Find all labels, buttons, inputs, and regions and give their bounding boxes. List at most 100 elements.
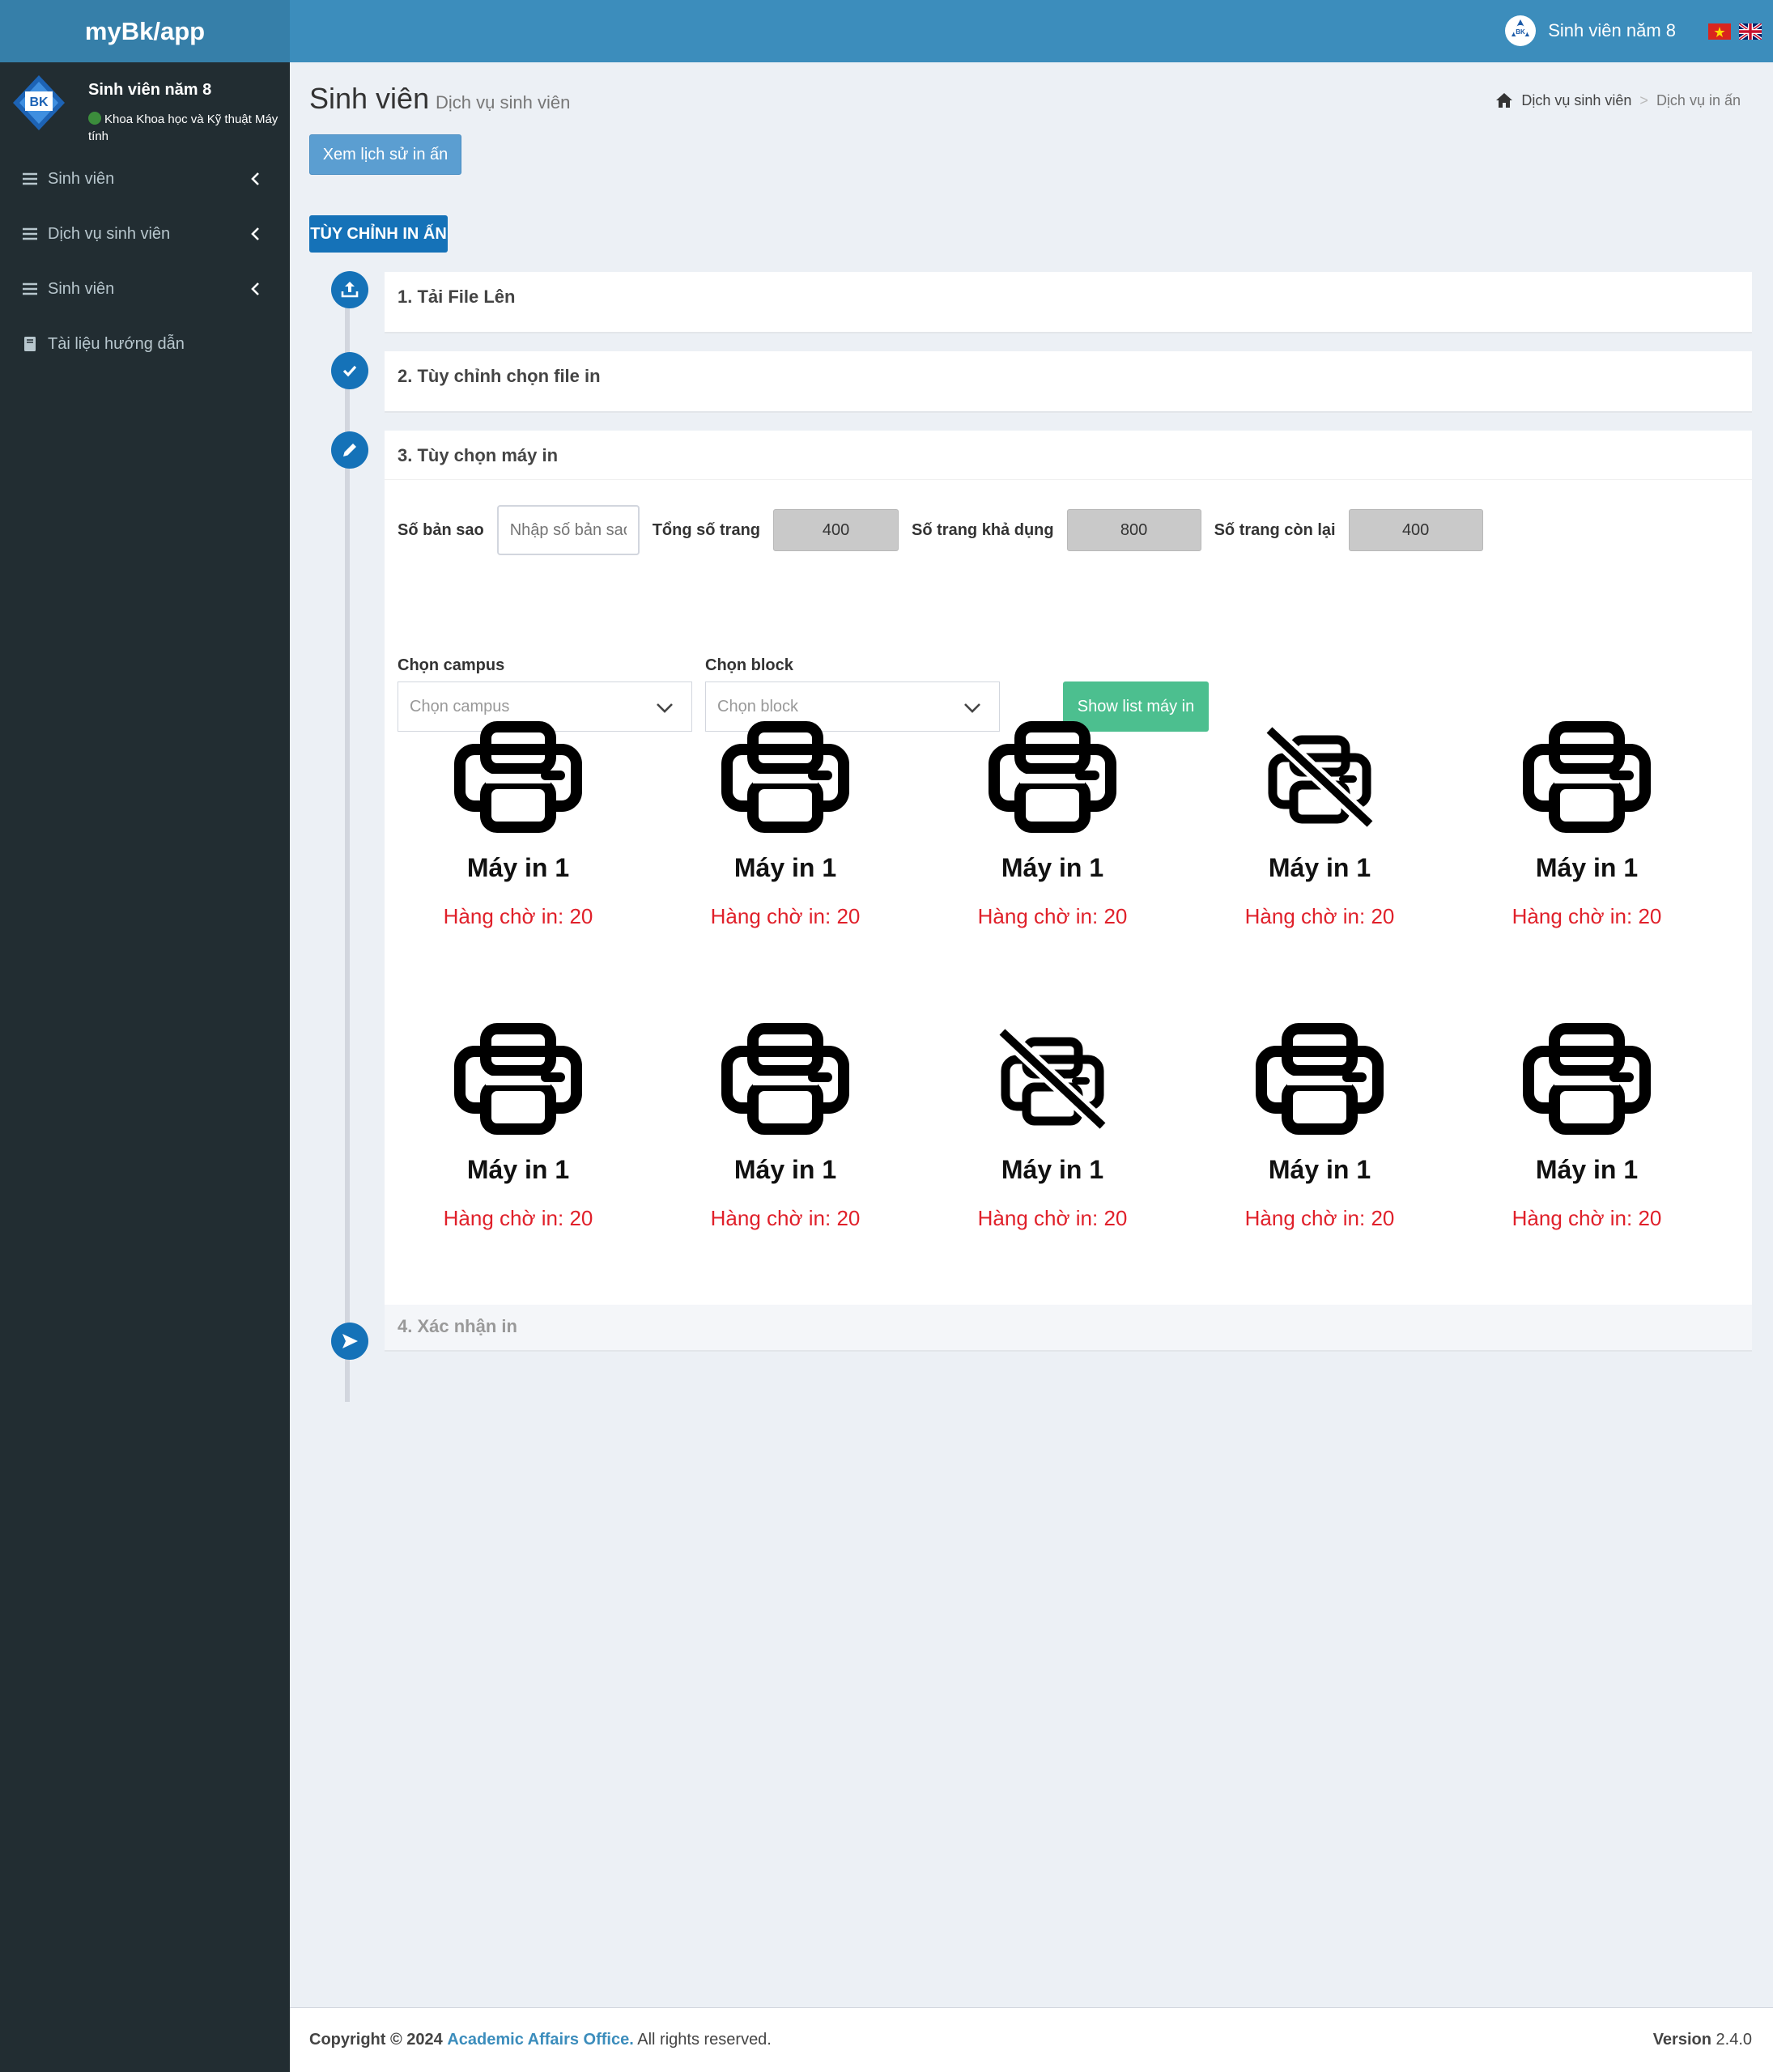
- version-label: Version: [1652, 2031, 1711, 2049]
- printer-icon: [454, 1023, 582, 1135]
- footer: Copyright © 2024 Academic Affairs Office…: [290, 2007, 1773, 2072]
- printer-name: Máy in 1: [1001, 853, 1104, 882]
- print-customize-tag: TÙY CHỈNH IN ẤN: [309, 215, 448, 253]
- sidebar-item-tai-lieu[interactable]: Tài liệu hướng dẫn: [0, 316, 290, 372]
- printer-queue: Hàng chờ in: 20: [1244, 904, 1395, 928]
- svg-text:BK: BK: [29, 96, 49, 109]
- printer-queue: Hàng chờ in: 20: [1244, 1206, 1395, 1230]
- printer-icon: [454, 721, 582, 833]
- step-1-panel[interactable]: 1. Tải File Lên: [385, 272, 1752, 333]
- printer-queue: Hàng chờ in: 20: [710, 904, 861, 928]
- sidebar-item-sinh-vien-2[interactable]: Sinh viên: [0, 261, 290, 316]
- copies-input[interactable]: [496, 505, 640, 555]
- step-4-marker: [331, 1323, 368, 1360]
- printer-card[interactable]: Máy in 1 Hàng chờ in: 20: [919, 720, 1186, 943]
- panel-divider: [385, 479, 1752, 480]
- main-content: Sinh viên Dịch vụ sinh viên Dịch vụ sinh…: [290, 62, 1773, 2007]
- printer-icon: [721, 721, 849, 833]
- bk-logo-icon: BK: [13, 75, 65, 130]
- printer-queue: Hàng chờ in: 20: [710, 1206, 861, 1230]
- sidebar-item-label: Sinh viên: [48, 279, 115, 298]
- total-pages-field: 400: [773, 509, 899, 551]
- chevron-left-icon: [251, 172, 259, 185]
- sidebar-user-panel: BK Sinh viên năm 8 Khoa Khoa học và Kỹ t…: [0, 62, 290, 151]
- sidebar-user-name: Sinh viên năm 8: [88, 81, 212, 99]
- remaining-pages-field: 400: [1348, 509, 1483, 551]
- printer-name: Máy in 1: [1001, 1155, 1104, 1184]
- sidebar-item-sinh-vien[interactable]: Sinh viên: [0, 151, 290, 206]
- printer-card[interactable]: Máy in 1 Hàng chờ in: 20: [1453, 720, 1720, 943]
- step-3-panel: 3. Tùy chọn máy in Số bản sao Tổng số tr…: [385, 431, 1752, 1348]
- sidebar-user-department: Khoa Khoa học và Kỹ thuật Máy tính: [88, 111, 287, 145]
- vietnam-flag-icon[interactable]: [1708, 23, 1731, 40]
- uk-flag-icon[interactable]: [1739, 23, 1762, 40]
- breadcrumb-current: Dịch vụ in ấn: [1656, 91, 1741, 108]
- printer-name: Máy in 1: [1268, 1155, 1371, 1184]
- printer-offline-icon: [1264, 724, 1375, 830]
- copyright-text: Copyright © 2024: [309, 2031, 443, 2049]
- sidebar-item-dich-vu-sinh-vien[interactable]: Dịch vụ sinh viên: [0, 206, 290, 261]
- step-4-title: 4. Xác nhận in: [398, 1316, 517, 1336]
- org-link[interactable]: Academic Affairs Office.: [447, 2031, 633, 2049]
- step-4-panel[interactable]: 4. Xác nhận in: [385, 1305, 1752, 1352]
- block-label: Chọn block: [705, 656, 793, 674]
- printer-grid: Máy in 1 Hàng chờ in: 20 Máy in 1 Hàng chờ …: [385, 720, 1752, 1245]
- header-user-name: Sinh viên năm 8: [1548, 20, 1676, 40]
- step-1-title: 1. Tải File Lên: [398, 287, 516, 307]
- printer-card[interactable]: Máy in 1 Hàng chờ in: 20: [385, 720, 652, 943]
- printer-card[interactable]: Máy in 1 Hàng chờ in: 20: [1186, 720, 1453, 943]
- breadcrumb-link[interactable]: Dịch vụ sinh viên: [1521, 92, 1631, 109]
- footer-copyright: Copyright © 2024 Academic Affairs Office…: [309, 2031, 772, 2049]
- printer-name: Máy in 1: [1268, 853, 1371, 882]
- page-count-row: Số bản sao Tổng số trang 400 Số trang kh…: [398, 505, 1483, 555]
- chevron-left-icon: [251, 282, 259, 295]
- user-menu[interactable]: BK Sinh viên năm 8: [1504, 15, 1676, 47]
- step-2-title: 2. Tùy chỉnh chọn file in: [398, 366, 601, 386]
- step-3-title: 3. Tùy chọn máy in: [398, 445, 559, 465]
- page-title: Sinh viên: [309, 82, 430, 115]
- sidebar-item-label: Sinh viên: [48, 169, 115, 188]
- svg-text:BK: BK: [1516, 28, 1525, 36]
- total-pages-label: Tổng số trang: [652, 520, 761, 539]
- breadcrumb: Dịch vụ sinh viên > Dịch vụ in ấn: [1495, 91, 1741, 109]
- version-number: 2.4.0: [1716, 2031, 1752, 2049]
- footer-version: Version 2.4.0: [1653, 2031, 1752, 2049]
- printer-name: Máy in 1: [1535, 1155, 1639, 1184]
- block-select-value: Chọn block: [717, 697, 799, 715]
- printer-card[interactable]: Máy in 1 Hàng chờ in: 20: [1453, 1022, 1720, 1245]
- printer-card[interactable]: Máy in 1 Hàng chờ in: 20: [652, 1022, 919, 1245]
- printer-queue: Hàng chờ in: 20: [1512, 1206, 1662, 1230]
- printer-queue: Hàng chờ in: 20: [443, 904, 593, 928]
- book-icon: [24, 337, 36, 351]
- upload-icon: [341, 282, 359, 298]
- remaining-pages-label: Số trang còn lại: [1214, 520, 1336, 539]
- printer-name: Máy in 1: [466, 1155, 570, 1184]
- print-history-button[interactable]: Xem lịch sử in ấn: [309, 134, 461, 175]
- printer-queue: Hàng chờ in: 20: [977, 904, 1128, 928]
- sidebar-item-label: Dịch vụ sinh viên: [48, 224, 171, 243]
- printer-card[interactable]: Máy in 1 Hàng chờ in: 20: [1186, 1022, 1453, 1245]
- step-2-panel[interactable]: 2. Tùy chỉnh chọn file in: [385, 351, 1752, 413]
- step-2-marker: [331, 352, 368, 389]
- app-logo[interactable]: myBk/app: [0, 0, 290, 62]
- printer-icon: [989, 721, 1116, 833]
- chevron-down-icon: [657, 703, 673, 713]
- step-3-marker: [331, 431, 368, 469]
- printer-name: Máy in 1: [733, 1155, 837, 1184]
- printer-icon: [1523, 721, 1651, 833]
- printer-card[interactable]: Máy in 1 Hàng chờ in: 20: [385, 1022, 652, 1245]
- printer-queue: Hàng chờ in: 20: [977, 1206, 1128, 1230]
- sidebar: BK Sinh viên năm 8 Khoa Khoa học và Kỹ t…: [0, 62, 290, 2072]
- printer-card[interactable]: Máy in 1 Hàng chờ in: 20: [919, 1022, 1186, 1245]
- campus-select-value: Chọn campus: [410, 697, 510, 715]
- printer-name: Máy in 1: [466, 853, 570, 882]
- printer-name: Máy in 1: [733, 853, 837, 882]
- available-pages-field: 800: [1066, 509, 1201, 551]
- send-icon: [342, 1334, 358, 1348]
- printer-offline-icon: [997, 1025, 1108, 1132]
- page-subtitle: Dịch vụ sinh viên: [436, 92, 571, 113]
- bars-icon: [23, 227, 37, 240]
- home-icon: [1496, 93, 1513, 108]
- printer-icon: [1256, 1023, 1384, 1135]
- printer-card[interactable]: Máy in 1 Hàng chờ in: 20: [652, 720, 919, 943]
